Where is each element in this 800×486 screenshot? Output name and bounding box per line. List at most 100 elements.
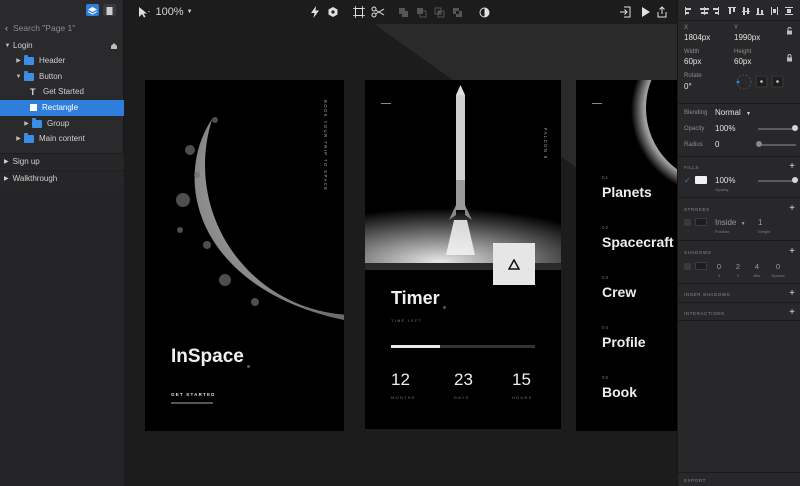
add-shadow-button[interactable]: +	[789, 247, 795, 257]
intersect-button[interactable]	[433, 4, 445, 20]
menu-item-number: 03	[602, 275, 610, 280]
artboard-login[interactable]: BOOK YOUR TRIP TO SPACE InSpace GET STAR…	[145, 80, 344, 431]
expand-arrow-icon[interactable]: ▶	[23, 120, 30, 127]
fill-checkbox[interactable]: ✓	[684, 176, 691, 185]
collapse-arrow-icon[interactable]: ▼	[4, 43, 11, 49]
height-field[interactable]: 60px	[734, 57, 751, 66]
stroke-position-select[interactable]: Inside ▼	[715, 218, 746, 227]
width-field[interactable]: 60px	[684, 57, 701, 66]
add-inner-shadow-button[interactable]: +	[789, 289, 795, 299]
layer-group[interactable]: ▶ Group	[0, 116, 124, 132]
expand-arrow-icon[interactable]: ▶	[15, 57, 22, 64]
stat-months: 12 MONTHS	[391, 370, 431, 400]
menu-item[interactable]: 04 Profile	[602, 325, 677, 350]
radius-field[interactable]: 0	[715, 140, 719, 149]
app-window: ‹ Search "Page 1" ▼ Login ▶ Header ▼ But…	[0, 0, 800, 486]
frame-tool[interactable]	[352, 4, 366, 20]
shadow-value-field[interactable]: 0	[711, 262, 727, 271]
search-input[interactable]: Search "Page 1"	[13, 23, 75, 33]
fill-opacity-track[interactable]	[758, 180, 796, 182]
pen-tool[interactable]	[370, 4, 386, 20]
mask-button[interactable]	[478, 4, 490, 20]
menu-item[interactable]: 05 Book	[602, 375, 677, 400]
artboard-timer[interactable]: FALCON 9 Timer TIME LEFT 12 MONTHS 23 DA…	[365, 80, 561, 429]
lightning-button[interactable]	[308, 4, 322, 20]
shadow-color-swatch[interactable]	[695, 262, 707, 270]
radius-slider-track[interactable]	[758, 144, 796, 146]
collapse-arrow-icon[interactable]: ▼	[15, 74, 22, 80]
opacity-slider-knob[interactable]	[792, 125, 798, 131]
fill-color-swatch[interactable]	[695, 176, 707, 184]
rotate-field[interactable]: 0°	[684, 82, 692, 91]
layer-button[interactable]: ▼ Button	[0, 69, 124, 85]
artboard-menu[interactable]: 01 Planets 02 Spacecraft 03 Crew 04 Profile 05 Bo…	[576, 80, 677, 431]
inspector-panel: X 1804px Y 1990px Width 60px Height 60px…	[677, 0, 800, 486]
half-circle-icon	[479, 7, 489, 17]
shadow-value-field[interactable]: 0	[770, 262, 786, 271]
layer-main-content[interactable]: ▶ Main content	[0, 131, 124, 147]
stroke-color-swatch[interactable]	[695, 218, 707, 226]
exclude-button[interactable]	[451, 4, 463, 20]
radius-slider-knob[interactable]	[756, 141, 762, 147]
fill-opacity-knob[interactable]	[792, 177, 798, 183]
hexagon-icon	[328, 7, 338, 17]
expand-arrow-icon[interactable]: ▶	[15, 135, 22, 142]
share-button[interactable]	[655, 4, 669, 20]
assets-tab[interactable]	[103, 4, 116, 16]
layers-tab[interactable]	[86, 4, 99, 16]
component-button[interactable]	[326, 4, 340, 20]
fill-opacity-field[interactable]: 100%	[715, 176, 735, 185]
layer-rectangle[interactable]: Rectangle	[0, 100, 124, 116]
stat-value: 15	[512, 370, 531, 389]
add-fill-button[interactable]: +	[789, 162, 795, 172]
opacity-slider-track[interactable]	[758, 128, 796, 130]
layer-search[interactable]: ‹ Search "Page 1"	[0, 20, 124, 36]
menu-item-label: Profile	[602, 334, 646, 350]
shadow-value-field[interactable]: 4	[749, 262, 765, 271]
page-walkthrough[interactable]: ▶ Walkthrough	[0, 170, 124, 186]
x-field[interactable]: 1804px	[684, 33, 710, 42]
get-started-button[interactable]: GET STARTED	[171, 392, 216, 397]
stroke-checkbox[interactable]	[684, 219, 691, 226]
add-interaction-button[interactable]: +	[789, 308, 795, 318]
selected-rectangle[interactable]	[493, 243, 535, 285]
menu-item-label: Planets	[602, 184, 652, 200]
expand-arrow-icon[interactable]: ▶	[4, 175, 9, 182]
design-canvas[interactable]: BOOK YOUR TRIP TO SPACE InSpace GET STAR…	[124, 24, 677, 486]
lock-icon[interactable]	[786, 54, 793, 62]
title-dot	[246, 365, 250, 368]
divider	[678, 302, 800, 303]
menu-item[interactable]: 03 Crew	[602, 275, 677, 300]
fills-title: FILLS	[684, 165, 700, 170]
text-layer-icon: T	[30, 86, 36, 97]
union-button[interactable]	[397, 4, 409, 20]
y-field[interactable]: 1990px	[734, 33, 760, 42]
shadow-value-field[interactable]: 2	[730, 262, 746, 271]
divider	[678, 103, 800, 104]
layer-header[interactable]: ▶ Header	[0, 53, 124, 69]
folder-icon	[32, 117, 42, 128]
expand-arrow-icon[interactable]: ▶	[4, 158, 9, 165]
alignment-toolbar	[678, 4, 800, 18]
unlock-icon[interactable]	[786, 27, 793, 35]
menu-item[interactable]: 02 Spacecraft	[602, 225, 677, 250]
layer-get-started[interactable]: T Get Started	[0, 84, 124, 100]
export-frame-button[interactable]	[618, 4, 632, 20]
preview-button[interactable]	[638, 4, 652, 20]
menu-item-label: Spacecraft	[602, 234, 674, 250]
page-sign-up[interactable]: ▶ Sign up	[0, 153, 124, 169]
top-toolbar: 100% ▼	[124, 0, 677, 24]
add-stroke-button[interactable]: +	[789, 204, 795, 214]
chevron-down-icon: ▼	[186, 9, 193, 15]
stroke-weight-field[interactable]: 1	[758, 218, 762, 227]
layer-login[interactable]: ▼ Login	[0, 38, 124, 54]
opacity-field[interactable]: 100%	[715, 124, 735, 133]
rotation-controls[interactable]	[734, 72, 798, 92]
menu-item[interactable]: 01 Planets	[602, 175, 677, 200]
shadow-checkbox[interactable]	[684, 263, 691, 270]
back-chevron-icon[interactable]: ‹	[5, 23, 8, 33]
blending-select[interactable]: Normal ▼	[715, 108, 751, 117]
select-tool[interactable]	[134, 4, 154, 20]
subtract-button[interactable]	[415, 4, 427, 20]
zoom-control[interactable]: 100% ▼	[155, 4, 193, 20]
